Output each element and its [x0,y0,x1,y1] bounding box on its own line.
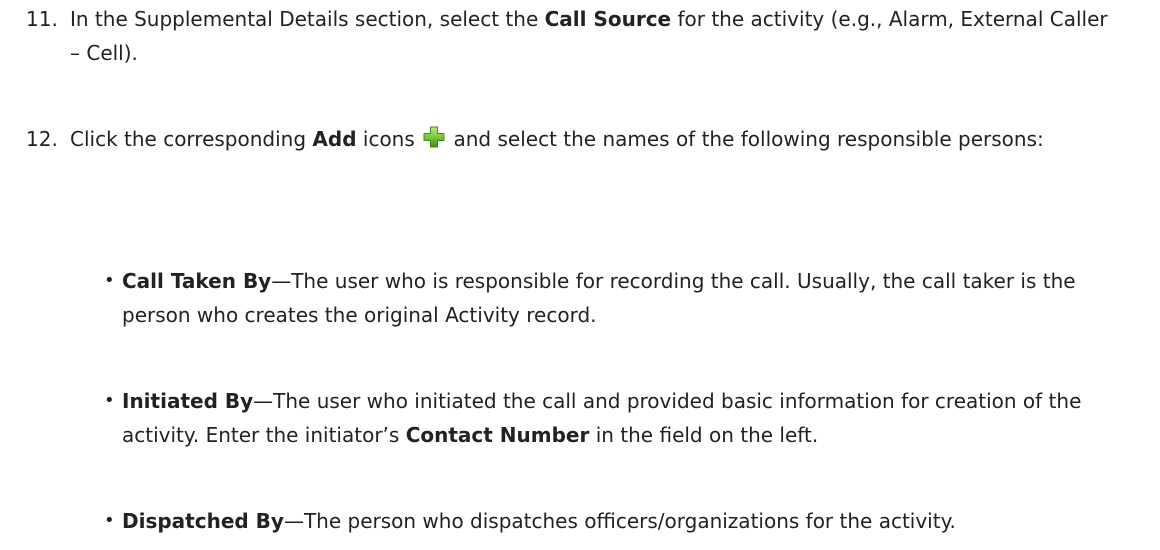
step-text: In the Supplemental Details section, sel… [70,2,1110,70]
bullet-symbol: • [104,270,115,291]
step-text-part: and select the names of the following re… [447,127,1044,151]
bullet-term: Initiated By [122,389,254,413]
step-text: Click the corresponding Add icons and se… [70,122,1110,156]
step-text-part: icons [356,127,422,151]
call-source-term: Call Source [544,7,672,31]
bullet-text: Dispatched By—The person who dispatches … [122,504,1134,538]
step-text-part: Click the corresponding [70,127,313,151]
bullet-symbol: • [104,510,115,531]
bullet-description: in the field on the left. [589,423,819,447]
green-plus-add-icon [423,124,445,148]
step-text-part: In the Supplemental Details section, sel… [70,7,545,31]
document-page: 11. In the Supplemental Details section,… [0,0,1160,550]
add-term: Add [312,127,357,151]
bullet-description: —The person who dispatches officers/orga… [283,509,956,533]
step-number: 11. [26,7,58,31]
bullet-text: Call Taken By—The user who is responsibl… [122,264,1134,332]
bullet-symbol: • [104,390,115,411]
bullet-text: Initiated By—The user who initiated the … [122,384,1134,452]
bullet-term: Dispatched By [122,509,284,533]
step-number: 12. [26,127,58,151]
contact-number-term: Contact Number [405,423,590,447]
bullet-term: Call Taken By [122,269,272,293]
